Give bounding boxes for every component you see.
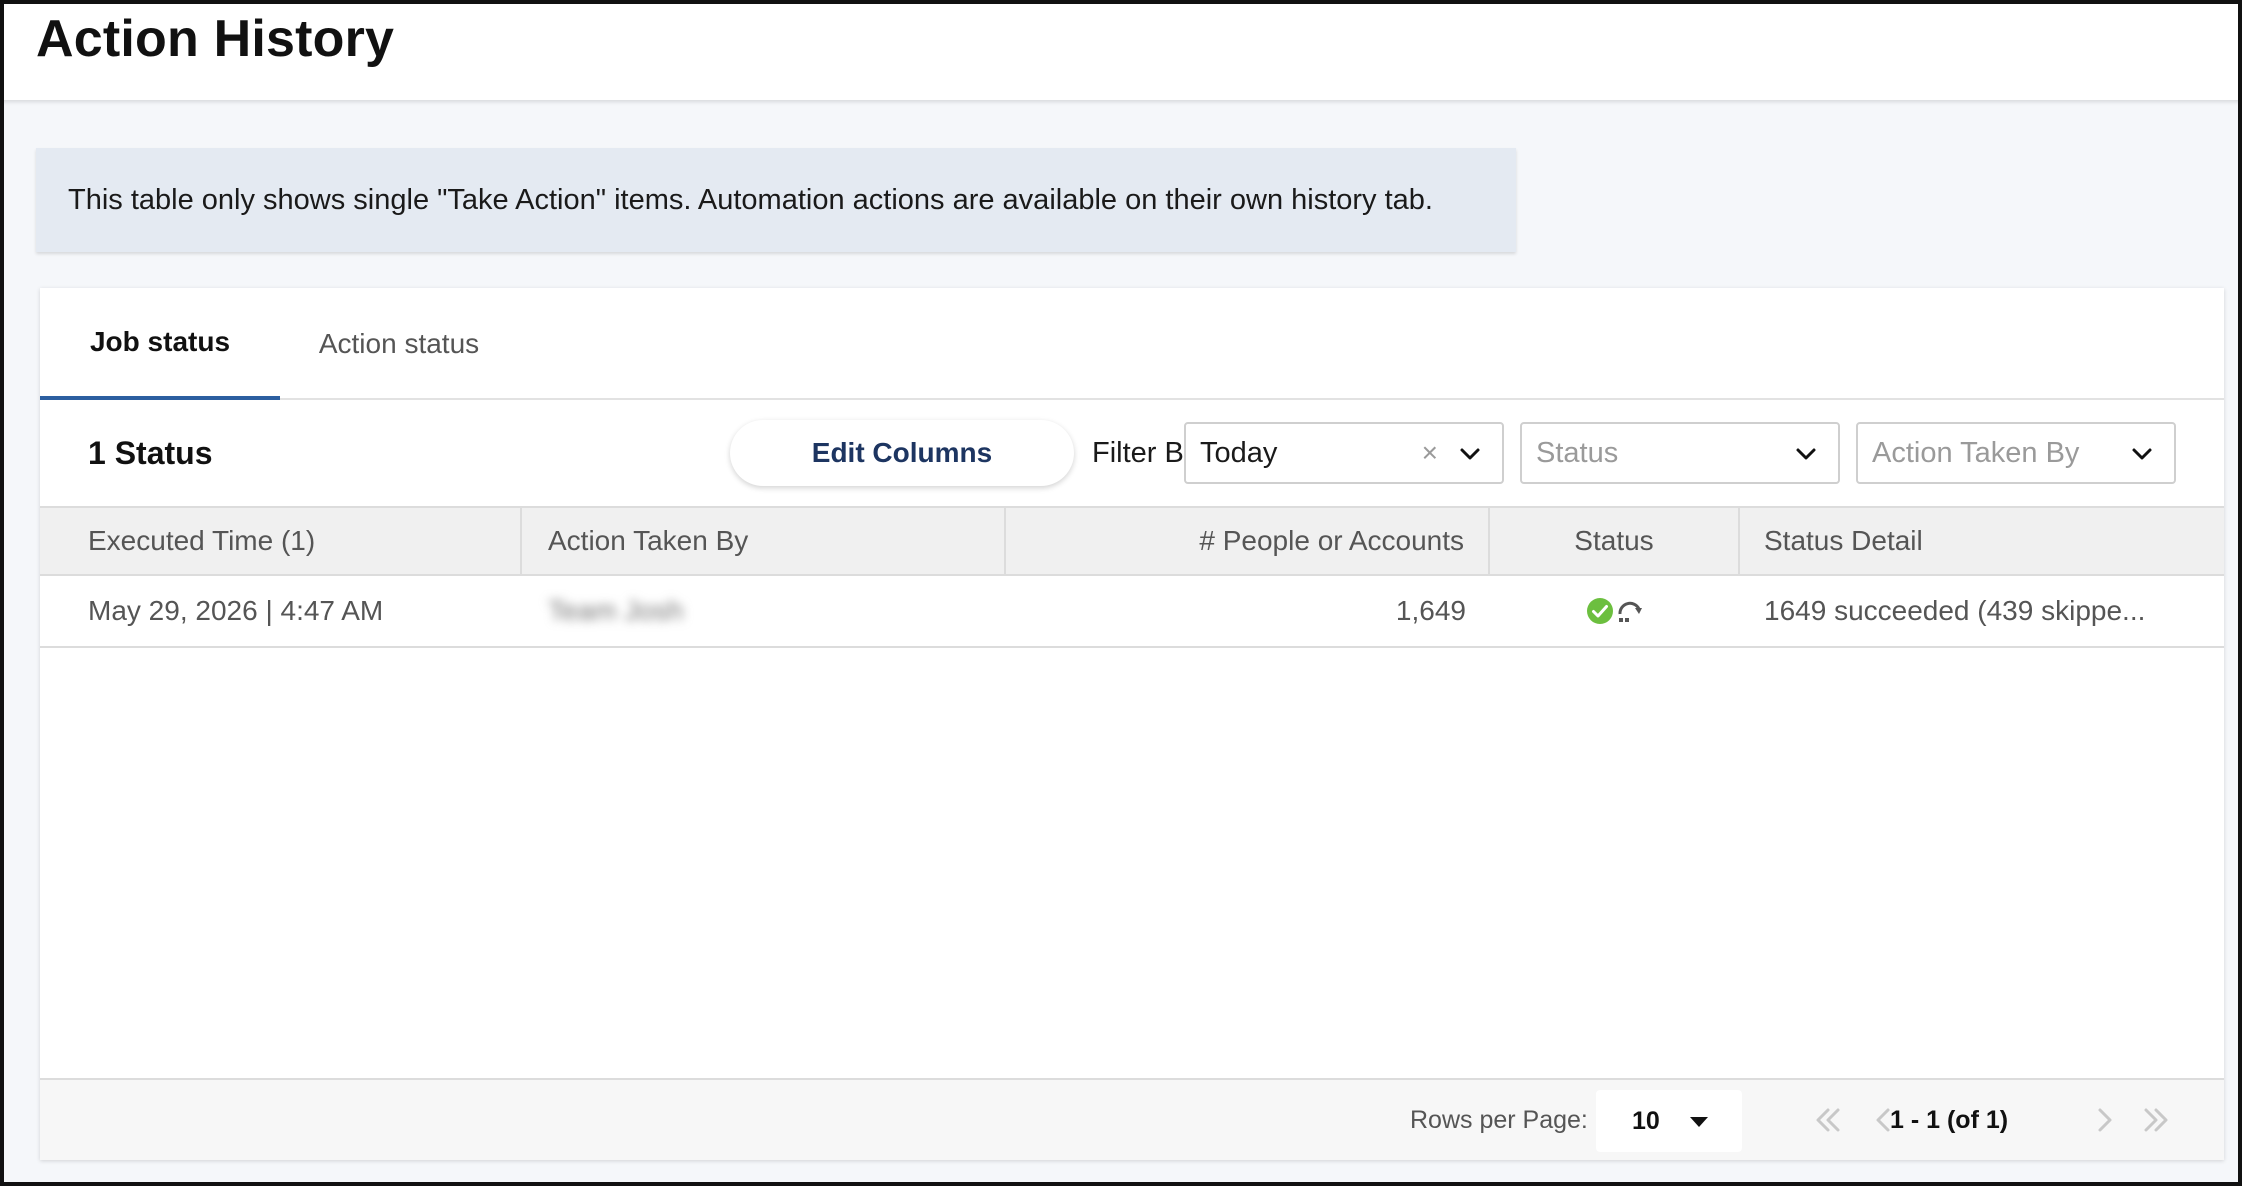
- action-taken-by-filter-placeholder: Action Taken By: [1872, 436, 2080, 469]
- column-header-status[interactable]: Status: [1490, 508, 1740, 574]
- column-header-people-or-accounts[interactable]: # People or Accounts: [1006, 508, 1490, 574]
- redacted-user-name: Team Josh: [548, 595, 684, 626]
- sync-icon: [1618, 601, 1642, 622]
- people-or-accounts-cell: 1,649: [1395, 595, 1466, 626]
- executed-time-cell: May 29, 2026 | 4:47 AM: [88, 595, 384, 626]
- date-filter-value: Today: [1200, 436, 1278, 469]
- column-header-executed-time[interactable]: Executed Time (1): [40, 508, 522, 574]
- action-taken-by-cell: Team Josh: [522, 576, 1006, 646]
- page-title: Action History: [36, 10, 395, 68]
- history-card: Job status Action status 1 Status Edit C…: [40, 288, 2224, 1160]
- table-toolbar: 1 Status Edit Columns Filter By: Today ×…: [40, 400, 2224, 506]
- page-range: 1 - 1 (of 1): [1890, 1105, 2009, 1134]
- tab-job-status[interactable]: Job status: [40, 288, 280, 400]
- caret-down-icon: [1690, 1117, 1708, 1127]
- column-header-status-detail[interactable]: Status Detail: [1740, 508, 2224, 574]
- status-filter-select[interactable]: Status: [1520, 422, 1840, 484]
- tab-action-status[interactable]: Action status: [280, 288, 518, 400]
- tab-bar: Job status Action status: [40, 288, 2224, 400]
- history-table: Executed Time (1) Action Taken By # Peop…: [40, 506, 2224, 648]
- status-cell: [1490, 576, 1740, 646]
- page-header: Action History: [0, 0, 2242, 100]
- clear-icon[interactable]: ×: [1422, 424, 1438, 482]
- date-filter-select[interactable]: Today ×: [1184, 422, 1504, 484]
- table-row[interactable]: May 29, 2026 | 4:47 AM Team Josh 1,649 1…: [40, 576, 2224, 648]
- chevron-down-icon: [1460, 448, 1480, 460]
- rows-per-page-label: Rows per Page:: [1410, 1105, 1588, 1134]
- action-taken-by-filter-select[interactable]: Action Taken By: [1856, 422, 2176, 484]
- status-count: 1 Status: [88, 434, 213, 471]
- chevron-down-icon: [2132, 448, 2152, 460]
- last-page-icon[interactable]: [2138, 1102, 2174, 1138]
- status-filter-placeholder: Status: [1536, 436, 1619, 469]
- info-banner: This table only shows single "Take Actio…: [36, 148, 1516, 252]
- edit-columns-button[interactable]: Edit Columns: [730, 420, 1074, 486]
- table-header-row: Executed Time (1) Action Taken By # Peop…: [40, 506, 2224, 576]
- chevron-down-icon: [1796, 448, 1816, 460]
- first-page-icon[interactable]: [1810, 1102, 1846, 1138]
- check-circle-icon: [1587, 598, 1613, 624]
- rows-per-page-value: 10: [1632, 1106, 1660, 1135]
- next-page-icon[interactable]: [2086, 1102, 2122, 1138]
- status-detail-cell: 1649 succeeded (439 skippe...: [1764, 595, 2146, 626]
- rows-per-page-select[interactable]: 10: [1596, 1090, 1742, 1152]
- pagination-bar: Rows per Page: 10 1 - 1 (of 1): [40, 1078, 2224, 1160]
- column-header-action-taken-by[interactable]: Action Taken By: [522, 508, 1006, 574]
